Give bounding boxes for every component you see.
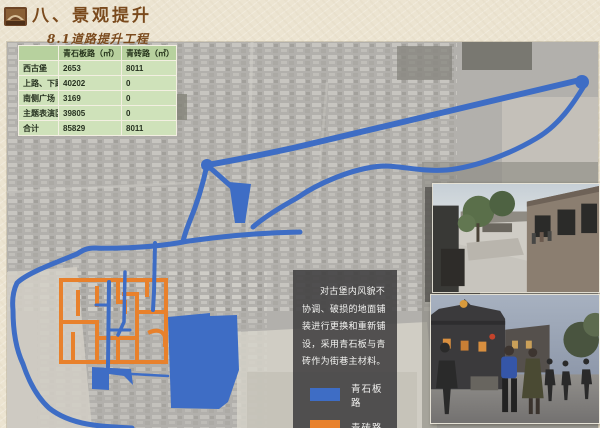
photo-street-day [432, 183, 600, 293]
legend-item-brick: 青砖路 [302, 420, 388, 428]
table-header-cell-brick: 青砖路（㎡） [122, 46, 176, 60]
table-cell-brick: 0 [122, 91, 176, 105]
legend-label: 青石板路 [351, 381, 388, 409]
legend-swatch-brick [310, 420, 340, 428]
legend: 青石板路 青砖路 [302, 381, 388, 428]
table-cell-stone: 3169 [59, 91, 121, 105]
header: 八、景观提升 8.1道路提升工程 [3, 4, 152, 47]
photo-street-dusk [430, 294, 600, 424]
legend-swatch-bluestone [310, 388, 340, 401]
table-row-label: 主题表演区 [19, 106, 58, 120]
table-cell-stone: 40202 [59, 76, 121, 90]
table-row-label: 西古堡 [19, 61, 58, 75]
header-stamp-icon [3, 4, 28, 29]
info-box: 对古堡内风貌不协调、破损的地面铺装进行更换和重新铺设，采用青石板与青砖作为街巷主… [293, 270, 397, 428]
legend-label: 青砖路 [351, 420, 383, 428]
area-table: 青石板路（㎡） 青砖路（㎡） 西古堡 2653 8011 上路、下路 40202… [18, 45, 177, 136]
table-cell-stone: 39805 [59, 106, 121, 120]
table-header-cell-stone: 青石板路（㎡） [59, 46, 121, 60]
info-text: 对古堡内风貌不协调、破损的地面铺装进行更换和重新铺设，采用青石板与青砖作为街巷主… [302, 283, 388, 371]
table-cell-brick: 8011 [122, 121, 176, 135]
slide: 八、景观提升 8.1道路提升工程 [0, 0, 600, 428]
table-cell-brick: 0 [122, 76, 176, 90]
legend-item-bluestone: 青石板路 [302, 381, 388, 409]
table-cell-brick: 0 [122, 106, 176, 120]
page-title: 八、景观提升 [32, 4, 152, 29]
table-row-label: 上路、下路 [19, 76, 58, 90]
performance-area-polygon [168, 313, 239, 409]
table-row-label: 南侧广场 [19, 91, 58, 105]
table-cell-brick: 8011 [122, 61, 176, 75]
table-cell-stone: 85829 [59, 121, 121, 135]
route-node [201, 159, 213, 171]
route-node [575, 75, 589, 89]
table-header-cell [19, 46, 58, 60]
table-row-label: 合计 [19, 121, 58, 135]
table-cell-stone: 2653 [59, 61, 121, 75]
